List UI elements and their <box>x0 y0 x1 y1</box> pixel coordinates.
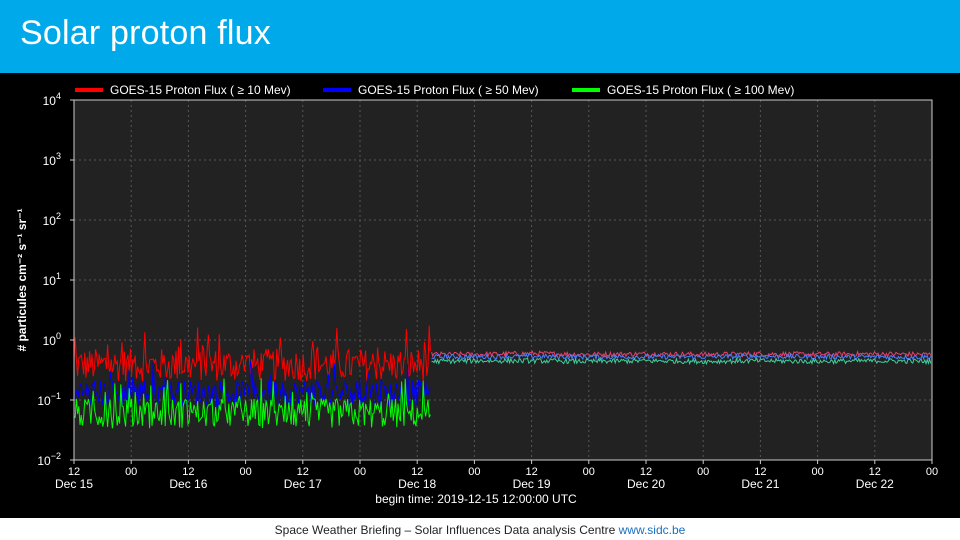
legend: GOES-15 Proton Flux ( ≥ 10 Mev) GOES-15 P… <box>75 83 794 97</box>
x-tick-hour: 00 <box>354 466 366 478</box>
x-tick-hour: 00 <box>468 466 480 478</box>
y-tick-label: 103 <box>43 151 61 168</box>
x-tick-day: Dec 18 <box>398 477 436 491</box>
y-tick-label: 10−2 <box>37 451 61 468</box>
slide-footer: Space Weather Briefing – Solar Influence… <box>0 520 960 540</box>
x-tick-day: Dec 19 <box>513 477 551 491</box>
x-tick-day: Dec 20 <box>627 477 665 491</box>
y-tick-label: 100 <box>43 331 61 348</box>
x-tick-day: Dec 17 <box>284 477 322 491</box>
x-tick-day: Dec 16 <box>169 477 207 491</box>
proton-flux-chart: 10410310210110010−110−2 12Dec 1500 12Dec … <box>15 83 938 506</box>
slide-title: Solar proton flux <box>20 14 271 52</box>
legend-label: GOES-15 Proton Flux ( ≥ 50 Mev) <box>358 83 539 97</box>
slide-header: Solar proton flux <box>0 0 960 73</box>
y-tick-label: 102 <box>43 211 61 228</box>
y-tick-label: 10−1 <box>37 391 61 408</box>
x-tick-day: Dec 22 <box>856 477 894 491</box>
y-axis-label: # particules cm⁻² s⁻¹ sr⁻¹ <box>15 208 29 351</box>
legend-label: GOES-15 Proton Flux ( ≥ 10 Mev) <box>110 83 291 97</box>
y-axis-ticks: 104 103 102 101 100 10−1 10−2 <box>37 91 74 468</box>
x-tick-hour: 00 <box>811 466 823 478</box>
x-axis-label: begin time: 2019-12-15 12:00:00 UTC <box>375 492 577 506</box>
x-tick-day: Dec 21 <box>741 477 779 491</box>
x-axis-ticks: 12Dec 1500 12Dec 1600 12Dec 1700 12Dec 1800… <box>55 460 938 491</box>
x-tick-hour: 00 <box>697 466 709 478</box>
footer-link[interactable]: www.sidc.be <box>619 523 686 537</box>
x-tick-hour: 00 <box>926 466 938 478</box>
x-tick-hour: 00 <box>583 466 595 478</box>
y-tick-label: 104 <box>43 91 61 108</box>
legend-label: GOES-15 Proton Flux ( ≥ 100 Mev) <box>607 83 794 97</box>
plot-area <box>74 100 932 460</box>
x-tick-hour: 00 <box>239 466 251 478</box>
x-tick-day: Dec 15 <box>55 477 93 491</box>
footer-text: Space Weather Briefing – Solar Influence… <box>274 523 619 537</box>
y-tick-label: 101 <box>43 271 61 288</box>
x-tick-hour: 00 <box>125 466 137 478</box>
chart-panel: 104 103 102 101 100 10−1 10−2 12 Dec 15 00 12 Dec … <box>0 73 960 518</box>
